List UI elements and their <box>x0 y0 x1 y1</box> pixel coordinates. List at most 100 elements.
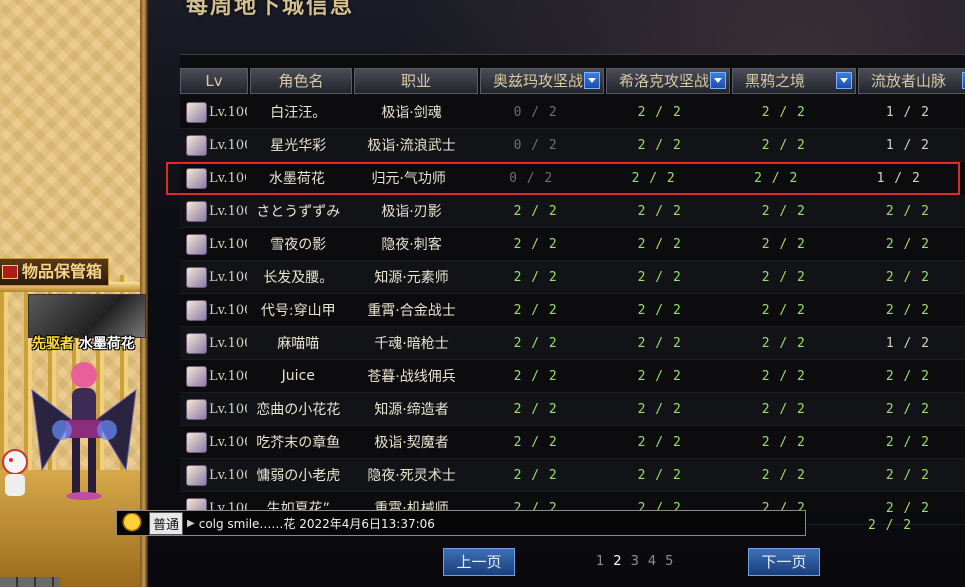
ozma-progress-cell: 2 / 2 <box>513 335 558 351</box>
level-text: Lv.100 <box>209 236 247 252</box>
level-text: Lv.100 <box>209 170 246 186</box>
ozma-progress-cell: 2 / 2 <box>513 203 558 219</box>
character-name-cell: 雪夜の影 <box>270 237 327 253</box>
level-text: Lv.100 <box>209 302 247 318</box>
ozma-progress-cell: 2 / 2 <box>513 401 558 417</box>
table-row[interactable]: Lv.100 长发及腰。 知源·元素师 2 / 2 2 / 2 2 / 2 2 / 2 <box>180 261 965 294</box>
job-cell: 极诣·剑魂 <box>381 105 442 121</box>
character-avatar-icon <box>186 365 207 387</box>
exile-mountains-progress-cell: 1 / 2 <box>885 137 930 153</box>
character-avatar-icon <box>186 464 207 486</box>
character-avatar-icon <box>186 332 207 354</box>
column-header-ozma[interactable]: 奥兹玛攻坚战 <box>480 68 604 94</box>
level-cell: Lv.100 <box>180 266 247 288</box>
table-row[interactable]: Lv.100 雪夜の影 隐夜·刺客 2 / 2 2 / 2 2 / 2 2 / 2 <box>180 228 965 261</box>
character-avatar-icon <box>186 233 207 255</box>
job-cell: 极诣·流浪武士 <box>367 138 456 154</box>
column-header-black-crow[interactable]: 黑鸦之境 <box>732 68 856 94</box>
table-row[interactable]: Lv.100 水墨荷花 归元·气功师 0 / 2 2 / 2 2 / 2 1 / 2 <box>166 162 960 195</box>
black-crow-progress-cell: 2 / 2 <box>761 269 806 285</box>
player-character-sprite[interactable] <box>22 350 146 505</box>
sirocco-progress-cell: 2 / 2 <box>637 434 682 450</box>
level-text: Lv.100 <box>209 104 247 120</box>
chevron-down-icon[interactable] <box>584 72 600 89</box>
table-row[interactable]: Lv.100 代号:穿山甲 重霄·合金战士 2 / 2 2 / 2 2 / 2 2 / 2 <box>180 294 965 327</box>
table-row[interactable]: Lv.100 さとうずずみ 极诣·刃影 2 / 2 2 / 2 2 / 2 2 / 2 <box>180 195 965 228</box>
chat-mode-button[interactable]: 普通 <box>149 511 184 535</box>
table-row[interactable]: Lv.100 麻喵喵 千魂·暗枪士 2 / 2 2 / 2 2 / 2 1 / 2 <box>180 327 965 360</box>
character-name-cell: 慵弱の小老虎 <box>256 468 341 484</box>
page-3-link[interactable]: 3 <box>631 554 639 569</box>
page-4-link[interactable]: 4 <box>648 554 656 569</box>
character-name-cell: 水墨荷花 <box>268 171 325 187</box>
level-text: Lv.100 <box>209 467 247 483</box>
table-header: Lv 角色名 职业 奥兹玛攻坚战 希洛克攻坚战 黑鸦之境 流放者山脉 <box>180 68 965 94</box>
sirocco-progress-cell: 2 / 2 <box>637 236 682 252</box>
ozma-progress-cell: 0 / 2 <box>513 104 558 120</box>
column-header-job: 职业 <box>354 68 478 94</box>
black-crow-progress-cell: 2 / 2 <box>761 302 806 318</box>
column-header-exile-mountains[interactable]: 流放者山脉 <box>858 68 965 94</box>
column-header-sirocco[interactable]: 希洛克攻坚战 <box>606 68 730 94</box>
emote-icon[interactable] <box>121 513 143 533</box>
exile-mountains-progress-cell: 2 / 2 <box>885 302 930 318</box>
character-avatar-icon <box>186 299 207 321</box>
chat-mode-arrow-icon[interactable]: ▶ <box>187 518 195 529</box>
table-row[interactable]: Lv.100 星光华彩 极诣·流浪武士 0 / 2 2 / 2 2 / 2 1 / 2 <box>180 129 965 162</box>
exile-mountains-progress-cell: 2 / 2 <box>885 368 930 384</box>
character-name-cell: 麻喵喵 <box>277 336 320 352</box>
level-cell: Lv.100 <box>180 233 247 255</box>
page-5-link[interactable]: 5 <box>665 554 673 569</box>
job-cell: 知源·元素师 <box>374 270 449 286</box>
chevron-down-icon[interactable] <box>836 72 852 89</box>
exile-mountains-progress-cell: 2 / 2 <box>885 401 930 417</box>
table-row[interactable]: Lv.100 恋曲の小花花 知源·缔造者 2 / 2 2 / 2 2 / 2 2 / 2 <box>180 393 965 426</box>
exile-mountains-progress-cell: 2 / 2 <box>885 434 930 450</box>
page-2-link[interactable]: 2 <box>613 554 621 569</box>
chevron-down-icon[interactable] <box>710 72 726 89</box>
level-text: Lv.100 <box>209 401 247 417</box>
character-avatar-icon <box>186 431 207 453</box>
table-row[interactable]: Lv.100 白汪汪。 极诣·剑魂 0 / 2 2 / 2 2 / 2 1 / 2 <box>180 96 965 129</box>
page-1-link[interactable]: 1 <box>596 554 604 569</box>
table-row[interactable]: Lv.100 吃芥末の章鱼 极诣·契魔者 2 / 2 2 / 2 2 / 2 2 / 2 <box>180 426 965 459</box>
prev-page-button[interactable]: 上一页 <box>443 548 515 576</box>
level-text: Lv.100 <box>209 269 247 285</box>
column-header-lv: Lv <box>180 68 248 94</box>
ozma-progress-cell: 2 / 2 <box>513 269 558 285</box>
character-avatar-icon <box>186 101 207 123</box>
job-cell: 知源·缔造者 <box>374 402 449 418</box>
chat-bar[interactable]: 普通 ▶ colg smile……花 2022年4月6日13:37:06 <box>116 510 806 536</box>
level-cell: Lv.100 <box>180 398 247 420</box>
exile-mountains-progress-cell: 2 / 2 <box>885 236 930 252</box>
character-table-body: Lv.100白汪汪。极诣·剑魂0 / 22 / 22 / 21 / 2Lv.10… <box>166 96 965 525</box>
job-cell: 极诣·契魔者 <box>374 435 449 451</box>
npc-portrait <box>28 294 146 338</box>
sirocco-progress-cell: 2 / 2 <box>637 104 682 120</box>
job-cell: 重霄·合金战士 <box>367 303 456 319</box>
ozma-progress-cell: 2 / 2 <box>513 302 558 318</box>
exile-mountains-progress-cell: 2 / 2 <box>885 203 930 219</box>
exile-mountains-progress-cell: 2 / 2 <box>885 500 930 516</box>
black-crow-progress-cell: 2 / 2 <box>761 236 806 252</box>
storage-box-button[interactable]: 物品保管箱 <box>0 258 110 286</box>
sirocco-progress-cell: 2 / 2 <box>637 467 682 483</box>
sirocco-progress-cell: 2 / 2 <box>637 401 682 417</box>
scene-floor-edge <box>0 577 60 587</box>
table-row[interactable]: Lv.100 慵弱の小老虎 隐夜·死灵术士 2 / 2 2 / 2 2 / 2 2 / 2 <box>180 459 965 492</box>
level-cell: Lv.100 <box>180 464 247 486</box>
table-row[interactable]: Lv.100 Juice 苍暮·战线佣兵 2 / 2 2 / 2 2 / 2 2 / 2 <box>180 360 965 393</box>
next-page-button[interactable]: 下一页 <box>748 548 820 576</box>
page-numbers: 1 2 3 4 5 <box>596 554 673 569</box>
chest-icon <box>2 265 18 279</box>
character-avatar-icon <box>186 266 207 288</box>
character-name-cell: 吃芥末の章鱼 <box>256 435 341 451</box>
sirocco-progress-cell: 2 / 2 <box>637 203 682 219</box>
job-cell: 千魂·暗枪士 <box>374 336 449 352</box>
ozma-progress-cell: 2 / 2 <box>513 434 558 450</box>
ozma-progress-cell: 2 / 2 <box>513 368 558 384</box>
level-cell: Lv.100 <box>180 167 246 189</box>
storage-label-text: 物品保管箱 <box>22 262 103 281</box>
job-cell: 苍暮·战线佣兵 <box>367 369 456 385</box>
ozma-progress-cell: 2 / 2 <box>513 467 558 483</box>
